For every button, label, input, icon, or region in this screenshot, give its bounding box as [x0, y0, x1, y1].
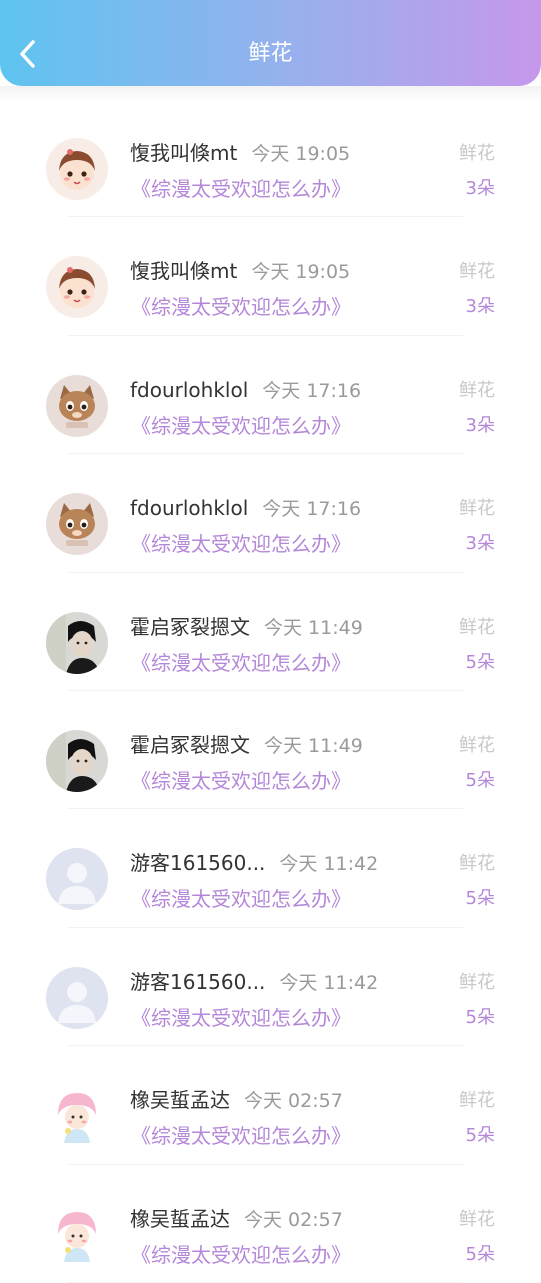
- gift-amount: 5朵: [465, 888, 495, 910]
- avatar[interactable]: [46, 256, 108, 319]
- book-title-link[interactable]: 《综漫太受欢迎怎么办》: [131, 412, 351, 440]
- book-title-link[interactable]: 《综漫太受欢迎怎么办》: [131, 885, 351, 913]
- timestamp: 今天 19:05: [251, 143, 351, 165]
- timestamp: 今天 19:05: [251, 261, 351, 284]
- gift-type: 鲜花: [459, 143, 495, 164]
- avatar[interactable]: [46, 138, 108, 200]
- gift-type: 鲜花: [459, 1090, 495, 1112]
- user-name-text: 游客161560...: [130, 851, 266, 876]
- book-title-link[interactable]: 《综漫太受欢迎怎么办》: [131, 767, 351, 795]
- gift-amount: 3朵: [465, 178, 495, 199]
- gift-type: 鲜花: [459, 498, 495, 520]
- list-item[interactable]: 愎我叫倏mt 今天 19:05 《综漫太受欢迎怎么办》 鲜花 3朵: [0, 217, 541, 336]
- timestamp: 今天 11:42: [279, 853, 379, 876]
- gift-type: 鲜花: [459, 616, 495, 638]
- book-title-link[interactable]: 《综漫太受欢迎怎么办》: [131, 175, 351, 203]
- page-title: 鲜花: [248, 41, 293, 66]
- avatar[interactable]: [46, 848, 108, 911]
- book-title-link[interactable]: 《综漫太受欢迎怎么办》: [131, 530, 351, 558]
- user-name-text: 愎我叫倏mt: [130, 141, 238, 165]
- user-name: 霍启冢裂摁文 今天 11:49: [130, 613, 363, 642]
- user-name-text: 愎我叫倏mt: [130, 259, 238, 284]
- avatar[interactable]: [46, 966, 108, 1029]
- user-name-text: 橡吴蜇孟达: [130, 1206, 230, 1231]
- user-name: fdourlohklol 今天 17:16: [130, 494, 361, 523]
- timestamp: 今天 11:42: [279, 971, 379, 994]
- list-item[interactable]: 橡吴蜇孟达 今天 02:57 《综漫太受欢迎怎么办》 鲜花 5朵: [0, 1165, 541, 1283]
- book-title-link[interactable]: 《综漫太受欢迎怎么办》: [131, 293, 351, 321]
- user-name: 愎我叫倏mt 今天 19:05: [130, 139, 350, 168]
- header-bar: 鲜花: [0, 0, 541, 86]
- gift-type: 鲜花: [459, 379, 495, 401]
- gift-amount: 5朵: [465, 769, 495, 791]
- list-item[interactable]: 橡吴蜇孟达 今天 02:57 《综漫太受欢迎怎么办》 鲜花 5朵: [0, 1046, 541, 1165]
- gift-amount: 5朵: [465, 1125, 495, 1147]
- user-name-text: 游客161560...: [130, 969, 266, 994]
- avatar[interactable]: [46, 611, 108, 674]
- user-name: 游客161560... 今天 11:42: [130, 849, 378, 878]
- flower-gift-list: 愎我叫倏mt 今天 19:05 《综漫太受欢迎怎么办》 鲜花 3朵 愎我叫倏mt 今天 1…: [0, 99, 541, 1283]
- user-name: 游客161560... 今天 11:42: [130, 968, 378, 997]
- timestamp: 今天 02:57: [244, 1090, 343, 1113]
- list-item[interactable]: 游客161560... 今天 11:42 《综漫太受欢迎怎么办》 鲜花 5朵: [0, 809, 541, 928]
- gift-type: 鲜花: [459, 971, 495, 993]
- gift-type: 鲜花: [459, 261, 495, 283]
- gift-amount: 5朵: [465, 651, 495, 673]
- timestamp: 今天 11:49: [264, 616, 363, 639]
- gift-type: 鲜花: [459, 734, 495, 756]
- gift-type: 鲜花: [459, 853, 495, 875]
- avatar[interactable]: [46, 374, 108, 437]
- user-name-text: 霍启冢裂摁文: [130, 614, 250, 639]
- gift-amount: 5朵: [465, 1243, 495, 1265]
- list-item[interactable]: fdourlohklol 今天 17:16 《综漫太受欢迎怎么办》 鲜花 3朵: [0, 336, 541, 455]
- user-name: 愎我叫倏mt 今天 19:05: [130, 257, 350, 286]
- avatar[interactable]: [46, 1203, 108, 1266]
- user-name-text: fdourlohklol: [130, 377, 249, 402]
- gift-amount: 3朵: [465, 533, 495, 555]
- gift-type: 鲜花: [459, 1208, 495, 1230]
- timestamp: 今天 11:49: [264, 734, 363, 757]
- list-item[interactable]: 霍启冢裂摁文 今天 11:49 《综漫太受欢迎怎么办》 鲜花 5朵: [0, 573, 541, 691]
- user-name: 橡吴蜇孟达 今天 02:57: [130, 1086, 343, 1115]
- user-name-text: fdourlohklol: [130, 496, 249, 521]
- gift-amount: 3朵: [465, 296, 495, 318]
- timestamp: 今天 17:16: [262, 498, 362, 521]
- list-item[interactable]: fdourlohklol 今天 17:16 《综漫太受欢迎怎么办》 鲜花 3朵: [0, 454, 541, 573]
- list-item[interactable]: 霍启冢裂摁文 今天 11:49 《综漫太受欢迎怎么办》 鲜花 5朵: [0, 691, 541, 810]
- book-title-link[interactable]: 《综漫太受欢迎怎么办》: [131, 1122, 351, 1150]
- timestamp: 今天 17:16: [262, 379, 362, 402]
- user-name: fdourlohklol 今天 17:16: [130, 376, 361, 405]
- avatar[interactable]: [46, 1085, 108, 1148]
- user-name-text: 橡吴蜇孟达: [130, 1088, 230, 1113]
- book-title-link[interactable]: 《综漫太受欢迎怎么办》: [131, 649, 351, 677]
- user-name-text: 霍启冢裂摁文: [130, 732, 250, 757]
- book-title-link[interactable]: 《综漫太受欢迎怎么办》: [131, 1241, 351, 1269]
- list-item[interactable]: 游客161560... 今天 11:42 《综漫太受欢迎怎么办》 鲜花 5朵: [0, 928, 541, 1047]
- timestamp: 今天 02:57: [244, 1208, 343, 1231]
- book-title-link[interactable]: 《综漫太受欢迎怎么办》: [131, 1004, 351, 1032]
- user-name: 霍启冢裂摁文 今天 11:49: [130, 731, 363, 760]
- list-item[interactable]: 愎我叫倏mt 今天 19:05 《综漫太受欢迎怎么办》 鲜花 3朵: [0, 99, 541, 218]
- user-name: 橡吴蜇孟达 今天 02:57: [130, 1205, 343, 1234]
- gift-amount: 3朵: [465, 414, 495, 436]
- avatar[interactable]: [46, 729, 108, 792]
- gift-amount: 5朵: [465, 1006, 495, 1028]
- avatar[interactable]: [46, 493, 108, 556]
